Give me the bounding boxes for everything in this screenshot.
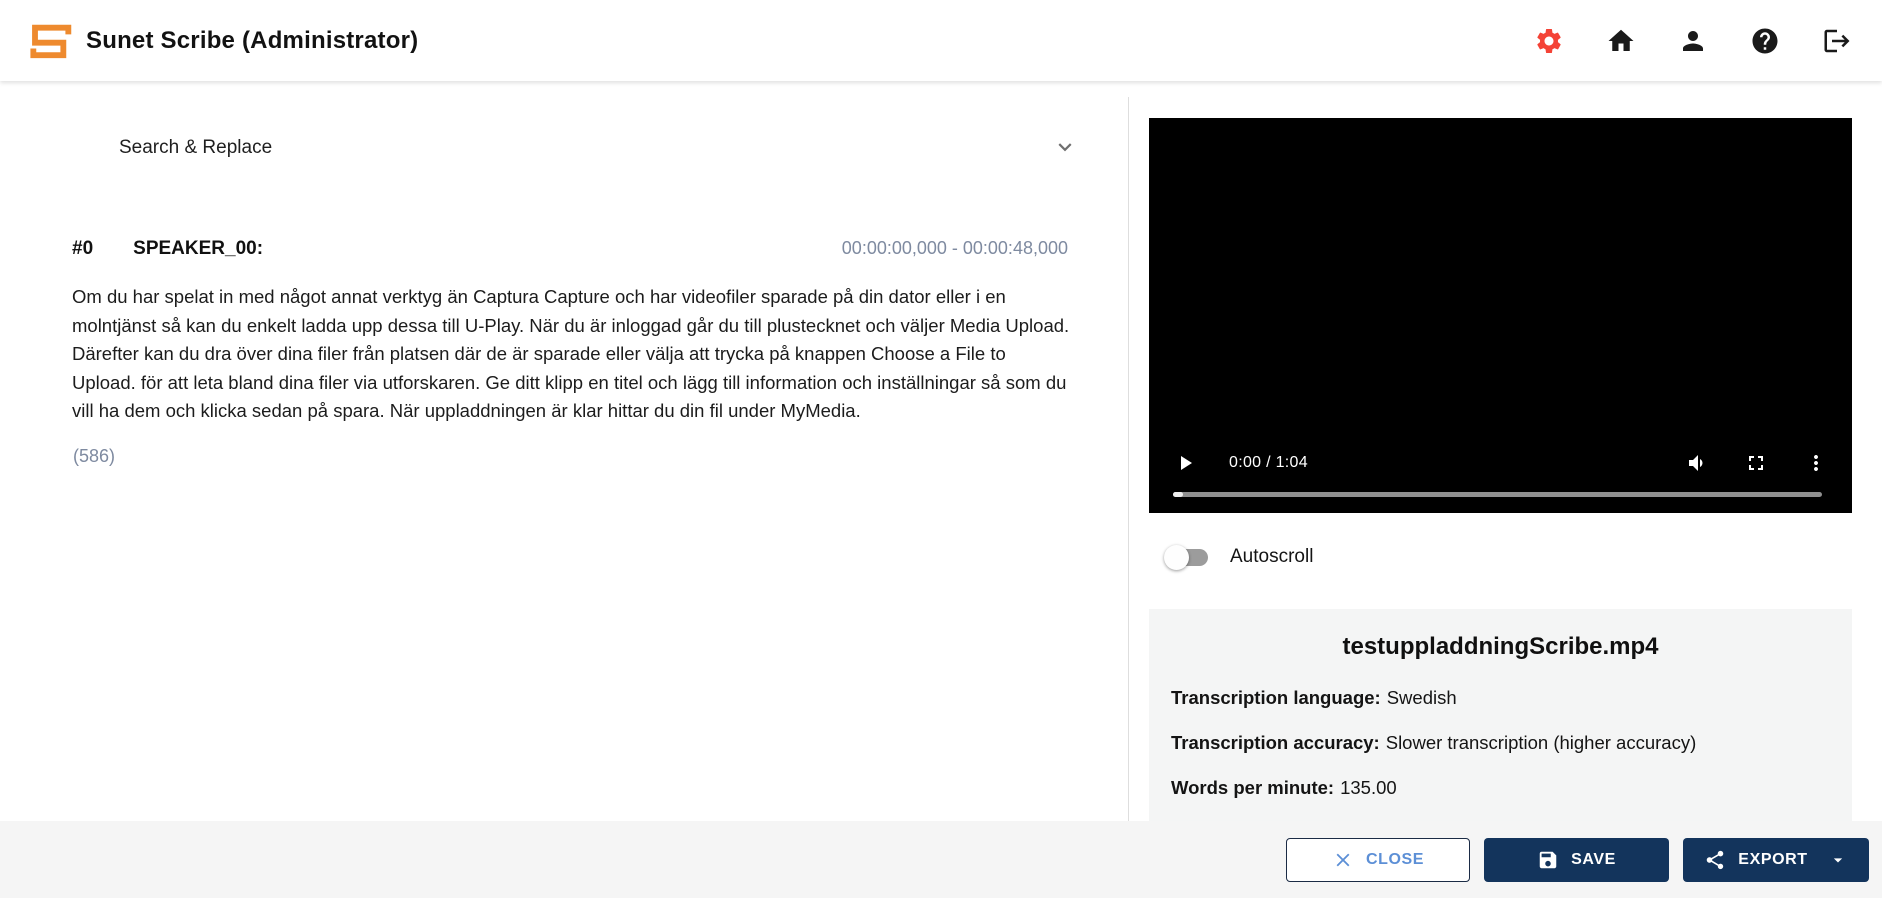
media-info-panel: testuppladdningScribe.mp4 Transcription … bbox=[1149, 609, 1852, 821]
settings-icon[interactable] bbox=[1534, 26, 1564, 56]
panel-divider bbox=[1128, 97, 1129, 821]
video-time-display: 0:00 / 1:04 bbox=[1229, 454, 1308, 471]
segment-timerange: 00:00:00,000 - 00:00:48,000 bbox=[841, 238, 1068, 258]
close-icon bbox=[1336, 853, 1350, 866]
autoscroll-toggle[interactable] bbox=[1164, 543, 1212, 571]
caret-down-icon bbox=[1833, 857, 1842, 862]
fullscreen-icon[interactable] bbox=[1744, 451, 1768, 475]
export-button-label: EXPORT bbox=[1738, 850, 1808, 868]
info-label: Transcription accuracy: bbox=[1171, 732, 1380, 753]
info-row-language: Transcription language: Swedish bbox=[1171, 687, 1830, 709]
segment-header: #0 SPEAKER_00: 00:00:00,000 - 00:00:48,0… bbox=[72, 238, 1068, 260]
sunet-scribe-app: Sunet Scribe (Administrator) Search & Re… bbox=[0, 0, 1882, 898]
info-value: Swedish bbox=[1386, 687, 1457, 708]
header-nav bbox=[1534, 26, 1852, 56]
media-filename: testuppladdningScribe.mp4 bbox=[1342, 633, 1659, 660]
info-row-wpm: Words per minute: 135.00 bbox=[1171, 777, 1830, 799]
save-button[interactable]: SAVE bbox=[1484, 837, 1669, 882]
segment-text[interactable]: Om du har spelat in med något annat verk… bbox=[72, 283, 1072, 426]
app-header: Sunet Scribe (Administrator) bbox=[0, 0, 1882, 81]
search-replace-label[interactable]: Search & Replace bbox=[119, 137, 272, 159]
chevron-down-icon[interactable] bbox=[1052, 134, 1078, 160]
video-player[interactable]: 0:00 / 1:04 bbox=[1149, 118, 1852, 513]
app-title: Sunet Scribe (Administrator) bbox=[86, 26, 419, 54]
autoscroll-row: Autoscroll bbox=[1164, 543, 1313, 571]
help-icon[interactable] bbox=[1750, 26, 1780, 56]
toggle-knob bbox=[1164, 545, 1189, 570]
save-button-label: SAVE bbox=[1571, 850, 1616, 868]
close-button-label: CLOSE bbox=[1365, 850, 1425, 868]
volume-icon[interactable] bbox=[1684, 451, 1708, 475]
info-value: 135.00 bbox=[1340, 777, 1397, 798]
segment-char-count: (586) bbox=[73, 446, 116, 466]
home-icon[interactable] bbox=[1606, 26, 1636, 56]
segment-speaker[interactable]: SPEAKER_00: bbox=[133, 238, 263, 260]
autoscroll-label: Autoscroll bbox=[1230, 546, 1314, 567]
video-progress-played bbox=[1173, 492, 1183, 497]
info-label: Words per minute: bbox=[1171, 777, 1335, 798]
share-icon bbox=[1707, 850, 1724, 869]
export-button[interactable]: EXPORT bbox=[1683, 837, 1869, 882]
segment-index: #0 bbox=[72, 238, 94, 259]
logout-icon[interactable] bbox=[1822, 26, 1852, 56]
video-progress-bar[interactable] bbox=[1173, 492, 1822, 497]
close-button[interactable]: CLOSE bbox=[1286, 837, 1470, 882]
account-icon[interactable] bbox=[1678, 26, 1708, 56]
sunet-logo-icon bbox=[30, 24, 72, 58]
more-options-icon[interactable] bbox=[1804, 451, 1828, 475]
play-icon[interactable] bbox=[1173, 451, 1197, 475]
info-row-accuracy: Transcription accuracy: Slower transcript… bbox=[1171, 732, 1830, 754]
action-bar: CLOSE SAVE EXPORT bbox=[0, 821, 1882, 898]
info-value: Slower transcription (higher accuracy) bbox=[1385, 732, 1697, 753]
info-label: Transcription language: bbox=[1171, 687, 1381, 708]
save-icon bbox=[1539, 851, 1557, 868]
video-controls: 0:00 / 1:04 bbox=[1173, 451, 1828, 475]
